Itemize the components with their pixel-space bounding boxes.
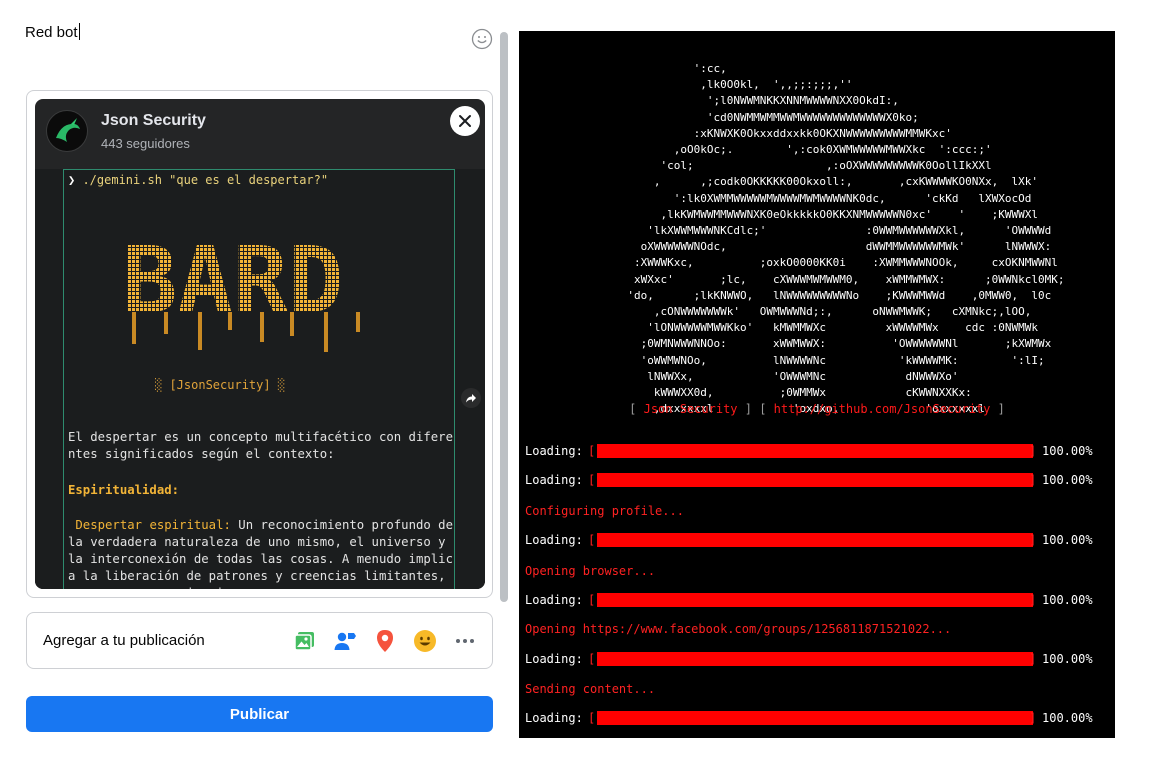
bard-ascii-logo: BARD [122,227,360,352]
ascii-art-logo: ':cc, ,lk0O0kl, ',,;;:;;;,'' ';l0NWWMNKK… [627,62,1065,416]
progress-percent: 100.00% [1042,711,1093,725]
add-to-post-label: Agregar a tu publicación [43,632,205,649]
progress-bar-fill [597,473,1033,487]
bard-logo-text: BARD [122,227,344,334]
composer-text-value: Red bot [25,24,78,41]
terminal-banner: [ Json Security ] [ http://github.com/Js… [519,402,1115,416]
progress-bar-fill [597,533,1033,547]
banner-open: [ [629,402,644,416]
loading-line: Loading: [] 100.00% [525,530,1110,550]
smiley-face-icon[interactable] [471,28,493,50]
shared-post: Json Security 443 seguidores ❯ ./gemini.… [35,99,485,589]
status-line: Configuring profile... [525,504,684,518]
bar-bracket-close: ] [1029,473,1037,487]
loading-label: Loading: [525,444,583,458]
bar-bracket-open: [ [588,652,596,666]
banner-mid: ] [ [737,402,774,416]
command-text: ./gemini.sh "que es el despertar?" [75,173,329,187]
publish-button[interactable]: Publicar [26,696,493,732]
loading-line: Loading: [] 100.00% [525,649,1110,669]
progress-percent: 100.00% [1042,652,1093,666]
bar-bracket-close: ] [1029,444,1037,458]
text-caret [78,23,80,40]
bar-bracket-open: [ [588,533,596,547]
photo-video-icon[interactable] [292,628,318,654]
answer-paragraph-2: Despertar espiritual: Un reconocimiento … [68,517,458,589]
bar-bracket-close: ] [1029,711,1037,725]
loading-label: Loading: [525,652,583,666]
answer-paragraph: El despertar es un concepto multifacétic… [68,430,453,461]
bar-bracket-open: [ [588,593,596,607]
page-name[interactable]: Json Security [101,112,206,130]
banner-close: ] [990,402,1005,416]
status-line: Sending content... [525,682,656,696]
loading-line: Loading: [] 100.00% [525,470,1110,490]
loading-label: Loading: [525,711,583,725]
tag-people-icon[interactable] [332,628,358,654]
loading-label: Loading: [525,593,583,607]
status-line: Opening browser... [525,564,656,578]
progress-percent: 100.00% [1042,444,1093,458]
bar-bracket-open: [ [588,444,596,458]
post-image: ❯ ./gemini.sh "que es el despertar?" BAR… [35,169,485,589]
answer-highlight: Despertar espiritual: [68,518,231,532]
progress-bar-fill [597,444,1033,458]
follower-count: 443 seguidores [101,136,190,151]
location-pin-icon[interactable] [372,628,398,654]
progress-percent: 100.00% [1042,593,1093,607]
feeling-emoji-icon[interactable] [412,628,438,654]
progress-bar-fill [597,711,1033,725]
status-line: Opening https://www.facebook.com/groups/… [525,622,952,636]
bar-bracket-close: ] [1029,533,1037,547]
json-security-tag: ░ [JsonSecurity] ░ [155,378,286,392]
loading-label: Loading: [525,473,583,487]
terminal-command: ❯ ./gemini.sh "que es el despertar?" [68,173,328,187]
loading-line: Loading: [] 100.00% [525,590,1110,610]
progress-bar-fill [597,593,1033,607]
progress-bar-fill [597,652,1033,666]
progress-percent: 100.00% [1042,533,1093,547]
composer-textarea[interactable]: Red bot [25,23,80,41]
progress-percent: 100.00% [1042,473,1093,487]
share-arrow-icon[interactable] [461,388,481,408]
loading-line: Loading: [] 100.00% [525,708,1110,728]
answer-heading: Espiritualidad: [68,483,180,497]
bar-bracket-close: ] [1029,652,1037,666]
bar-bracket-open: [ [588,711,596,725]
terminal-window: ':cc, ,lk0O0kl, ',,;;:;;;,'' ';l0NWWMNKK… [519,31,1115,738]
shared-post-preview: Json Security 443 seguidores ❯ ./gemini.… [26,90,493,598]
bar-bracket-close: ] [1029,593,1037,607]
close-icon[interactable] [450,106,480,136]
banner-url: http://github.com/JsonSecurity [773,402,991,416]
banner-name: Json Security [643,402,738,416]
kali-dragon-logo [46,110,88,152]
loading-line: Loading: [] 100.00% [525,441,1110,461]
composer-scrollbar[interactable] [500,32,508,602]
loading-label: Loading: [525,533,583,547]
bar-bracket-open: [ [588,473,596,487]
add-to-post-bar: Agregar a tu publicación [26,612,493,669]
more-options-icon[interactable] [452,628,478,654]
